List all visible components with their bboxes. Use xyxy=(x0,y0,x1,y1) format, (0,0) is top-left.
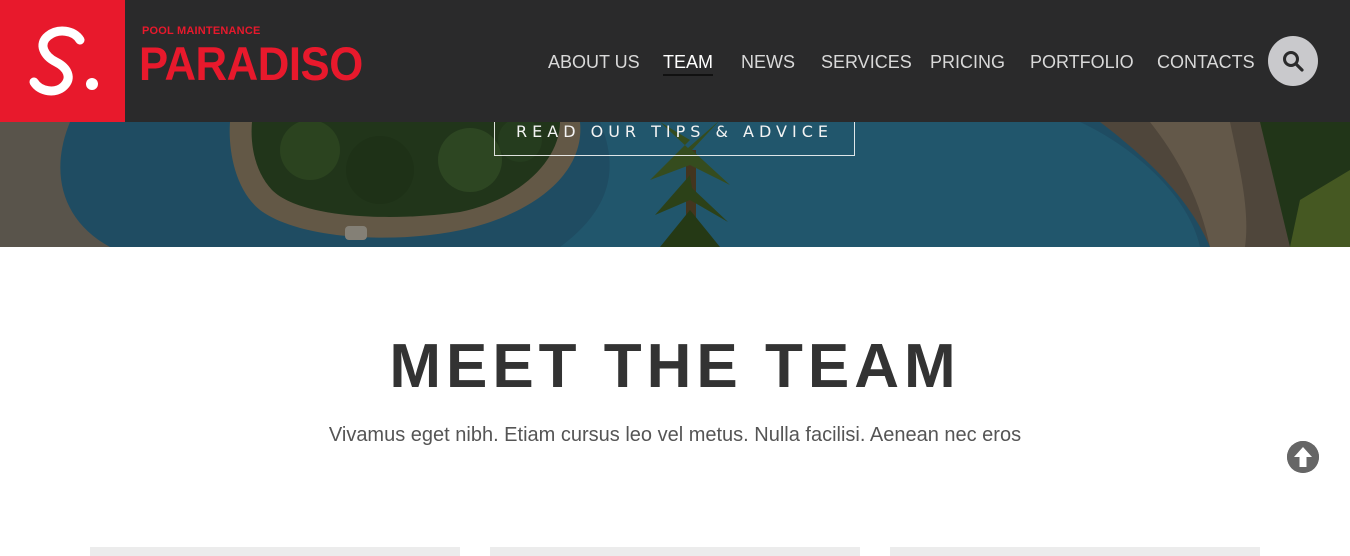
search-button[interactable] xyxy=(1268,36,1318,86)
team-card[interactable] xyxy=(90,547,460,556)
brand-name[interactable]: PARADISO xyxy=(139,40,363,87)
nav-item-contacts[interactable]: CONTACTS xyxy=(1157,52,1255,73)
logo[interactable] xyxy=(0,0,125,122)
logo-script-s-icon xyxy=(29,26,98,96)
nav-item-team[interactable]: TEAM xyxy=(663,52,714,76)
team-card[interactable] xyxy=(890,547,1260,556)
arrow-up-circle-icon xyxy=(1287,441,1319,473)
site-header: POOL MAINTENANCE PARADISO ABOUT US TEAM … xyxy=(0,0,1350,122)
scroll-to-top-button[interactable] xyxy=(1287,441,1319,473)
team-card[interactable] xyxy=(490,547,860,556)
tips-advice-label: READ OUR TIPS & ADVICE xyxy=(516,121,833,141)
nav-item-services[interactable]: SERVICES xyxy=(821,52,912,73)
team-section-subtitle: Vivamus eget nibh. Etiam cursus leo vel … xyxy=(328,424,1022,446)
nav-item-news[interactable]: NEWS xyxy=(741,52,795,73)
team-section-title: MEET THE TEAM xyxy=(389,332,961,401)
brand-tagline: POOL MAINTENANCE xyxy=(142,25,261,37)
nav-item-portfolio[interactable]: PORTFOLIO xyxy=(1030,52,1134,73)
nav-item-pricing[interactable]: PRICING xyxy=(930,52,1005,73)
nav-item-about-us[interactable]: ABOUT US xyxy=(548,52,640,73)
search-icon xyxy=(1283,51,1304,72)
